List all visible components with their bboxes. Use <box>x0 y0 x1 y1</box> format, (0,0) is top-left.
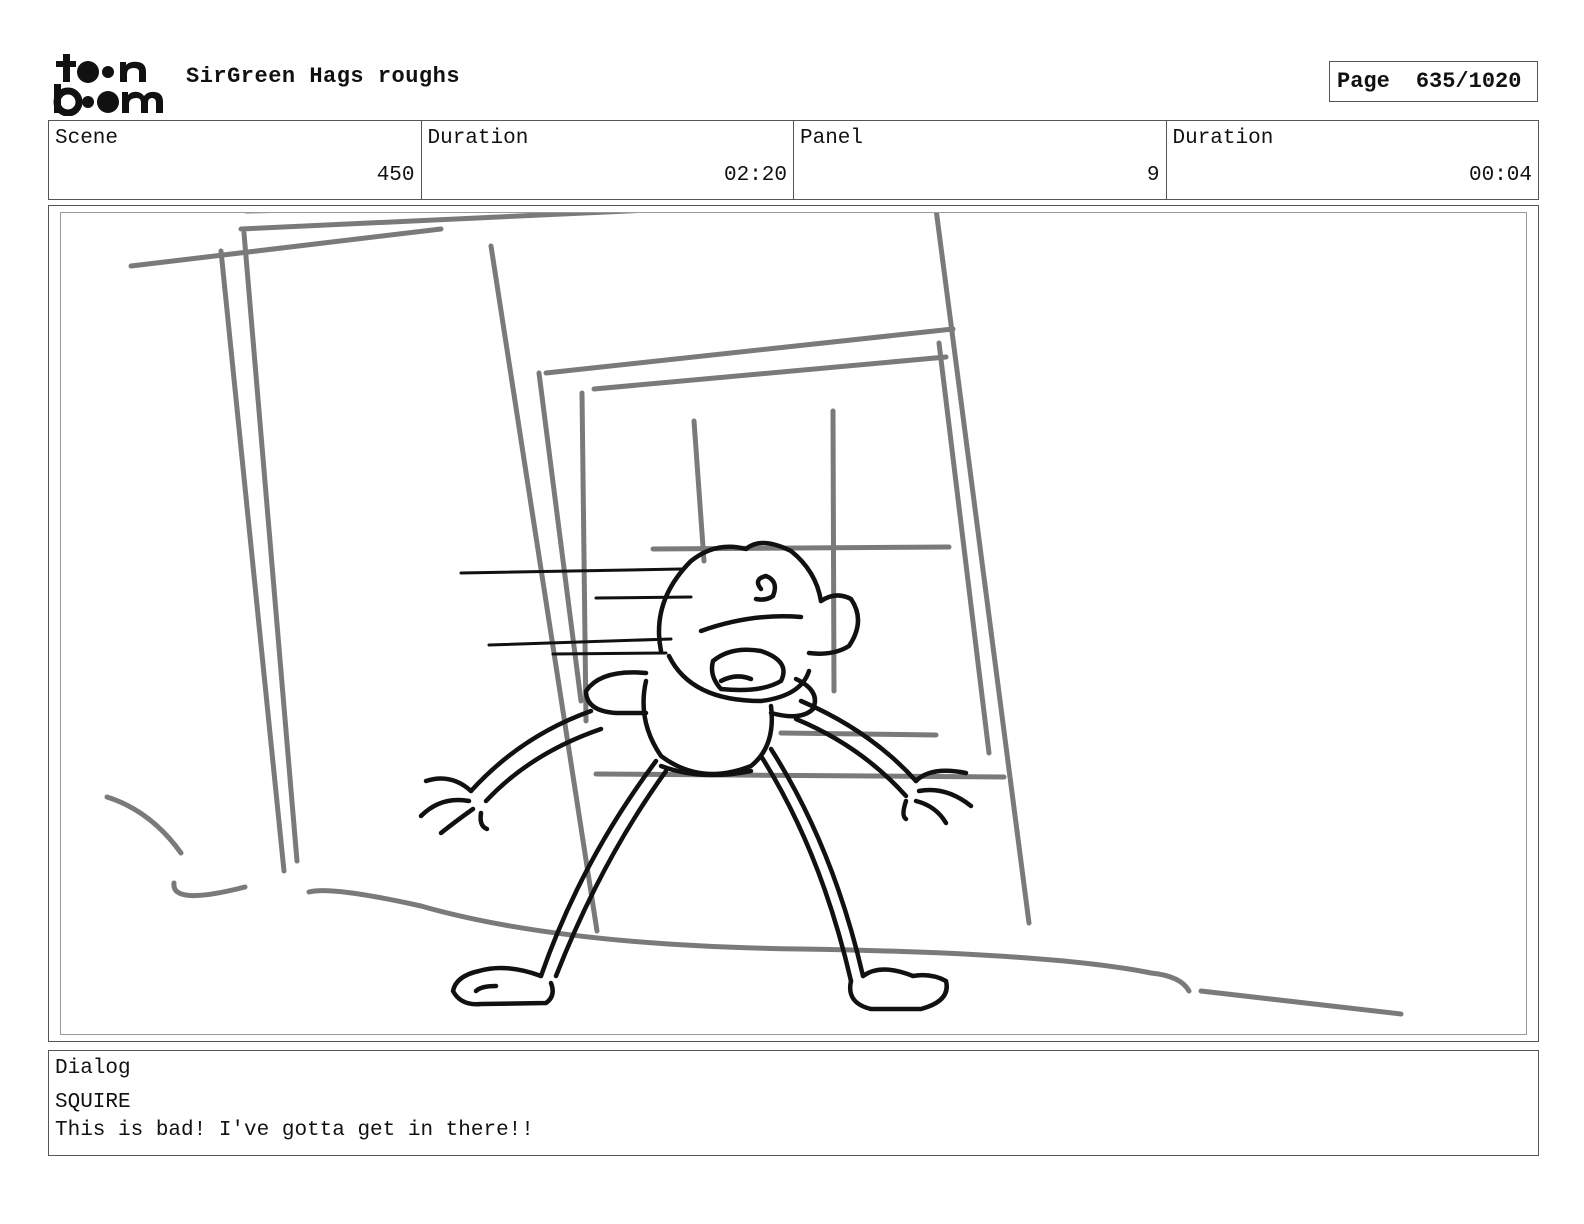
scene-duration-label: Duration <box>427 127 529 150</box>
dialog-box: Dialog SQUIRE This is bad! I've gotta ge… <box>48 1050 1539 1156</box>
background-sketch <box>104 213 1404 1017</box>
scene-label: Scene <box>55 127 119 150</box>
dialog-label: Dialog <box>55 1057 131 1080</box>
toonboom-logo-icon <box>50 50 166 117</box>
project-title: SirGreen Hags roughs <box>186 64 461 89</box>
motion-lines <box>459 567 693 656</box>
page-indicator: Page 635/1020 <box>1329 61 1538 102</box>
panel-cell: Panel 9 <box>794 121 1167 199</box>
storyboard-panel <box>48 205 1539 1042</box>
panel-duration-cell: Duration 00:04 <box>1167 121 1539 199</box>
scene-cell: Scene 450 <box>49 121 422 199</box>
scene-info-row: Scene 450 Duration 02:20 Panel 9 Duratio… <box>48 120 1539 200</box>
sketch-drawing <box>104 213 1404 1017</box>
panel-label: Panel <box>800 127 864 150</box>
panel-duration-label: Duration <box>1172 127 1274 150</box>
scene-duration-cell: Duration 02:20 <box>422 121 794 199</box>
page-label: Page <box>1337 69 1390 94</box>
panel-drawing-area <box>60 212 1527 1035</box>
panel-value: 9 <box>1146 164 1160 187</box>
dialog-line: This is bad! I've gotta get in there!! <box>55 1119 534 1142</box>
scene-value: 450 <box>376 164 415 187</box>
page-number: 635/1020 <box>1415 69 1522 94</box>
panel-duration-value: 00:04 <box>1468 164 1532 187</box>
character-sketch <box>418 540 974 1012</box>
dialog-speaker: SQUIRE <box>55 1091 131 1114</box>
scene-duration-value: 02:20 <box>723 164 787 187</box>
